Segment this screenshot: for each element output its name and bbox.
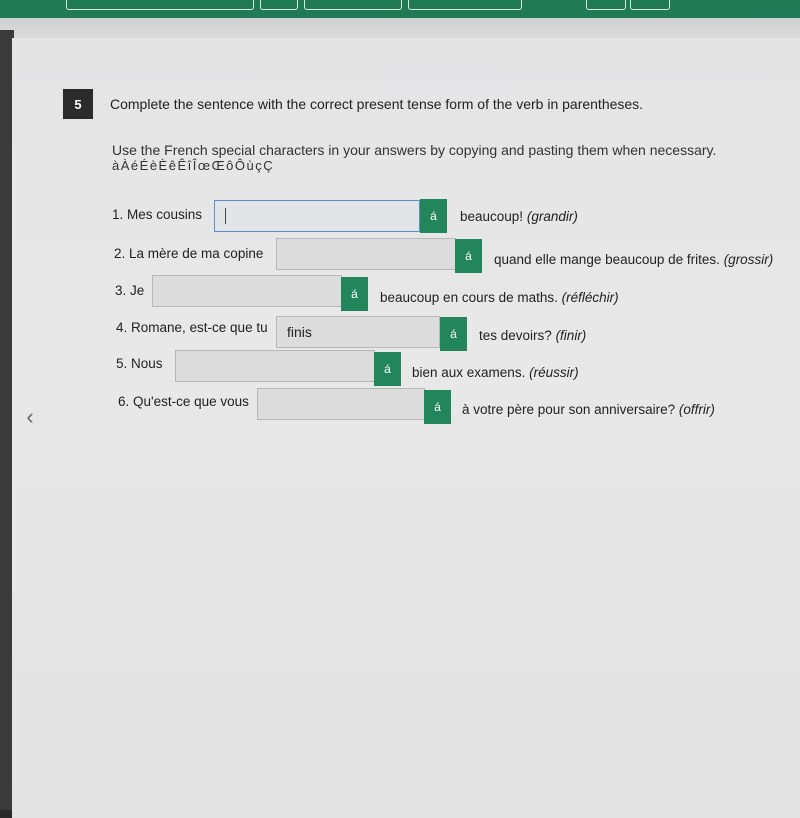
- sentence-suffix: bien aux examens. (réussir): [412, 365, 579, 380]
- special-character[interactable]: É: [140, 158, 150, 173]
- question-number-badge: 5: [63, 89, 93, 119]
- sentence-suffix: quand elle mange beaucoup de frites. (gr…: [494, 252, 774, 267]
- sentence-suffix: à votre père pour son anniversaire? (off…: [462, 402, 715, 417]
- answer-input-1[interactable]: [214, 200, 420, 232]
- sentence-prefix: 5. Nous: [116, 356, 163, 371]
- top-nav-button[interactable]: [408, 0, 522, 10]
- verb-hint: (grandir): [526, 209, 578, 224]
- top-nav-button[interactable]: [630, 0, 670, 10]
- special-character[interactable]: ô: [226, 158, 235, 173]
- answer-input-3[interactable]: [152, 275, 342, 307]
- sentence-suffix: beaucoup en cours de maths. (réfléchir): [380, 290, 619, 305]
- verb-hint: (finir): [555, 328, 587, 343]
- verb-hint: (grossir): [723, 252, 774, 267]
- sentence-prefix: 2. La mère de ma copine: [114, 246, 264, 261]
- special-character[interactable]: à: [112, 158, 121, 173]
- verb-hint: (réfléchir): [561, 290, 619, 305]
- special-character[interactable]: è: [150, 158, 159, 173]
- special-character[interactable]: é: [131, 158, 140, 173]
- sentence-suffix: tes devoirs? (finir): [479, 328, 587, 343]
- top-nav-button[interactable]: [66, 0, 254, 10]
- special-character[interactable]: È: [159, 158, 169, 173]
- sentence-prefix: 6. Qu'est-ce que vous: [118, 394, 249, 409]
- text-caret: [225, 208, 226, 224]
- special-character[interactable]: À: [121, 158, 131, 173]
- top-nav-button[interactable]: [586, 0, 626, 10]
- special-character[interactable]: Œ: [212, 158, 227, 173]
- chevron-left-icon: ‹: [26, 404, 34, 429]
- sentence-prefix: 4. Romane, est-ce que tu: [116, 320, 268, 335]
- accent-character-button[interactable]: á: [424, 390, 451, 424]
- accent-character-button[interactable]: á: [374, 352, 401, 386]
- sentence-suffix: beaucoup! (grandir): [460, 209, 578, 224]
- sentence-prefix: 1. Mes cousins: [112, 207, 203, 222]
- special-character[interactable]: Ê: [177, 158, 187, 173]
- top-nav-button[interactable]: [260, 0, 298, 10]
- top-nav-button[interactable]: [304, 0, 402, 10]
- previous-question-button[interactable]: ‹: [20, 404, 40, 429]
- question-instruction: Complete the sentence with the correct p…: [110, 96, 644, 112]
- answer-input-5[interactable]: [175, 350, 375, 382]
- accent-character-button[interactable]: á: [455, 239, 482, 273]
- verb-hint: (offrir): [678, 402, 715, 417]
- top-navigation-bar: [0, 0, 800, 18]
- answer-input-4[interactable]: finis: [276, 316, 440, 348]
- answer-input-2[interactable]: [276, 238, 456, 270]
- special-character[interactable]: Ô: [235, 158, 247, 173]
- special-character[interactable]: ù: [247, 158, 256, 173]
- accent-character-button[interactable]: á: [440, 317, 467, 351]
- special-characters-instruction: Use the French special characters in you…: [112, 142, 717, 158]
- verb-hint: (réussir): [529, 365, 579, 380]
- special-character[interactable]: Ç: [263, 158, 274, 173]
- accent-character-button[interactable]: á: [420, 199, 447, 233]
- sentence-prefix: 3. Je: [115, 283, 145, 298]
- accent-character-button[interactable]: á: [341, 277, 368, 311]
- toolbar-strip: [0, 18, 800, 40]
- answer-input-6[interactable]: [257, 388, 425, 420]
- special-character[interactable]: œ: [198, 158, 212, 173]
- special-characters-list: àÀéÉèÈêÊîÎœŒôÔùçÇ: [112, 158, 274, 173]
